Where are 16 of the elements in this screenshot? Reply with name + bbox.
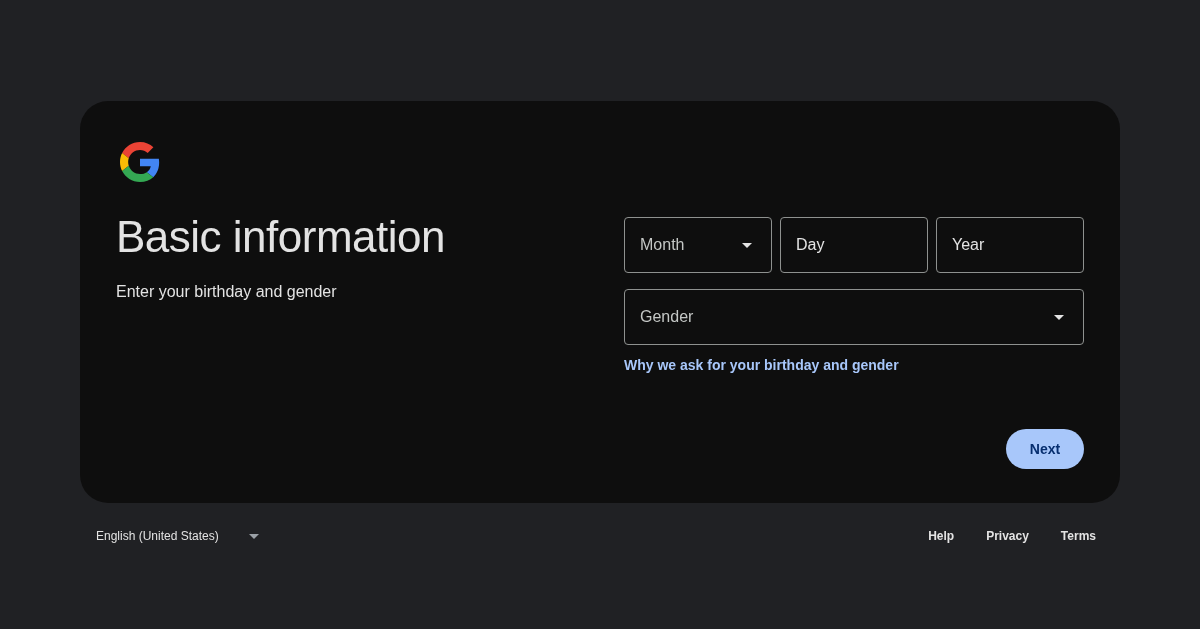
gender-dropdown[interactable]: Gender [624,289,1084,345]
footer-link[interactable]: Help [912,521,963,551]
caret-icon [742,242,752,248]
footer-link[interactable]: Terms [1044,521,1104,551]
language-selector[interactable]: English (United States) [80,521,275,551]
footer-link[interactable]: Privacy [970,521,1037,551]
page-subtitle: Enter your birthday and gender [116,283,338,301]
year-input-field[interactable]: Year [936,217,1084,273]
g-logo-icon [120,142,160,182]
help-link[interactable]: Why we ask for your birthday and gender [624,357,899,373]
caret-icon [248,533,259,539]
page-title: Basic information [116,211,446,263]
caret-icon [1054,314,1064,320]
month-dropdown[interactable]: Month [624,217,772,273]
next-button[interactable]: Next [1006,429,1084,469]
day-input-field[interactable]: Day [780,217,928,273]
